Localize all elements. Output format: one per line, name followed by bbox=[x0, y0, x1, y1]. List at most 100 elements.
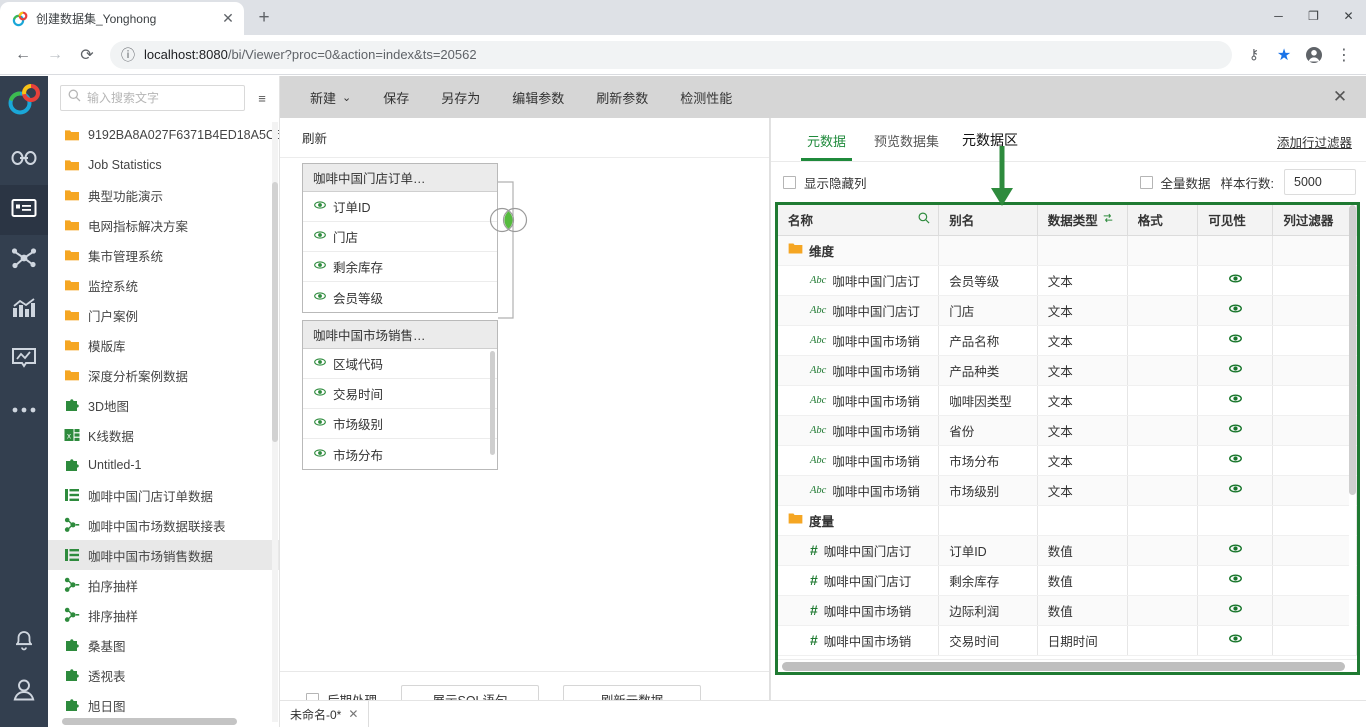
tree-item[interactable]: 旭日图 bbox=[48, 690, 279, 720]
cell-alias[interactable]: 产品种类 bbox=[939, 355, 1038, 385]
visible-eye-icon[interactable] bbox=[314, 447, 326, 462]
cell-visibility[interactable] bbox=[1198, 415, 1273, 445]
canvas-refresh-button[interactable]: 刷新 bbox=[302, 128, 327, 147]
tree-item[interactable]: 电网指标解决方案 bbox=[48, 210, 279, 240]
tree-item[interactable]: 模版库 bbox=[48, 330, 279, 360]
node-field-row[interactable]: 剩余库存 bbox=[303, 252, 497, 282]
sidebar-item-dataset[interactable] bbox=[0, 185, 48, 235]
tree-item[interactable]: Untitled-1 bbox=[48, 450, 279, 480]
tree-item[interactable]: 咖啡中国市场销售数据 bbox=[48, 540, 279, 570]
cell-visibility[interactable] bbox=[1198, 595, 1273, 625]
cell-column-filter[interactable] bbox=[1273, 235, 1357, 265]
cell-alias[interactable]: 剩余库存 bbox=[939, 565, 1038, 595]
visible-eye-icon[interactable] bbox=[314, 386, 326, 401]
cell-format[interactable] bbox=[1127, 475, 1198, 505]
cell-visibility[interactable] bbox=[1198, 565, 1273, 595]
sidebar-item-mining[interactable] bbox=[0, 235, 48, 285]
full-data-checkbox[interactable]: 全量数据 bbox=[1140, 173, 1211, 192]
visible-eye-icon[interactable] bbox=[314, 356, 326, 371]
source-node[interactable]: 咖啡中国门店订单… 订单ID门店剩余库存会员等级 bbox=[302, 163, 498, 313]
source-node[interactable]: 咖啡中国市场销售… 区域代码交易时间市场级别市场分布 bbox=[302, 320, 498, 470]
cell-column-filter[interactable] bbox=[1273, 295, 1357, 325]
tree-item[interactable]: 监控系统 bbox=[48, 270, 279, 300]
close-icon[interactable]: ✕ bbox=[348, 707, 358, 721]
node-field-row[interactable]: 会员等级 bbox=[303, 282, 497, 312]
cell-format[interactable] bbox=[1127, 325, 1198, 355]
node-field-row[interactable]: 订单ID bbox=[303, 192, 497, 222]
table-row[interactable]: Abc咖啡中国市场销市场级别文本 bbox=[778, 475, 1357, 505]
tree-item[interactable]: xK线数据 bbox=[48, 420, 279, 450]
tree-horizontal-scrollbar[interactable] bbox=[62, 718, 272, 725]
cell-datatype[interactable]: 文本 bbox=[1037, 385, 1127, 415]
cell-visibility[interactable] bbox=[1198, 295, 1273, 325]
visible-eye-icon[interactable] bbox=[314, 229, 326, 244]
cell-alias[interactable]: 产品名称 bbox=[939, 325, 1038, 355]
cell-column-filter[interactable] bbox=[1273, 535, 1357, 565]
tree-item[interactable]: 咖啡中国市场数据联接表 bbox=[48, 510, 279, 540]
site-info-icon[interactable]: ⓘ bbox=[120, 41, 136, 69]
tree-item[interactable]: 3D地图 bbox=[48, 390, 279, 420]
table-row[interactable]: Abc咖啡中国市场销省份文本 bbox=[778, 415, 1357, 445]
sample-rows-input[interactable]: 5000 bbox=[1284, 169, 1356, 195]
sidebar-item-dashboard[interactable] bbox=[0, 335, 48, 385]
table-row[interactable]: 度量 bbox=[778, 505, 1357, 535]
address-bar[interactable]: ⓘ localhost:8080/bi/Viewer?proc=0&action… bbox=[110, 41, 1232, 69]
tree-menu-icon[interactable]: ≡ bbox=[253, 91, 271, 106]
join-canvas[interactable]: 咖啡中国门店订单… 订单ID门店剩余库存会员等级 咖啡中国市场销售… 区域代码交… bbox=[280, 158, 769, 671]
tree-vertical-scrollbar[interactable] bbox=[272, 122, 278, 722]
cell-alias[interactable]: 省份 bbox=[939, 415, 1038, 445]
table-row[interactable]: #咖啡中国市场销边际利润数值 bbox=[778, 595, 1357, 625]
cell-visibility[interactable] bbox=[1198, 235, 1273, 265]
cell-format[interactable] bbox=[1127, 535, 1198, 565]
add-row-filter-link[interactable]: 添加行过滤器 bbox=[1277, 132, 1352, 151]
tree-item[interactable]: 集市管理系统 bbox=[48, 240, 279, 270]
cell-format[interactable] bbox=[1127, 235, 1198, 265]
close-icon[interactable]: ✕ bbox=[220, 11, 236, 27]
tree-item[interactable]: Job Statistics bbox=[48, 150, 279, 180]
table-row[interactable]: Abc咖啡中国市场销产品名称文本 bbox=[778, 325, 1357, 355]
cell-visibility[interactable] bbox=[1198, 445, 1273, 475]
profile-avatar-icon[interactable] bbox=[1300, 41, 1328, 69]
node-field-row[interactable]: 交易时间 bbox=[303, 379, 497, 409]
table-row[interactable]: Abc咖啡中国门店订会员等级文本 bbox=[778, 265, 1357, 295]
table-row[interactable]: Abc咖啡中国市场销市场分布文本 bbox=[778, 445, 1357, 475]
cell-visibility[interactable] bbox=[1198, 535, 1273, 565]
tree-item[interactable]: 9192BA8A027F6371B4ED18A5C6 bbox=[48, 120, 279, 150]
cell-datatype[interactable]: 数值 bbox=[1037, 595, 1127, 625]
column-header[interactable]: 名称 bbox=[778, 205, 939, 235]
cell-alias[interactable]: 交易时间 bbox=[939, 625, 1038, 655]
cell-format[interactable] bbox=[1127, 385, 1198, 415]
node-scrollbar[interactable] bbox=[490, 351, 495, 455]
cell-alias[interactable]: 门店 bbox=[939, 295, 1038, 325]
cell-datatype[interactable]: 文本 bbox=[1037, 445, 1127, 475]
cell-column-filter[interactable] bbox=[1273, 475, 1357, 505]
cell-datatype[interactable]: 数值 bbox=[1037, 565, 1127, 595]
cell-datatype[interactable] bbox=[1037, 505, 1127, 535]
cell-format[interactable] bbox=[1127, 505, 1198, 535]
cell-column-filter[interactable] bbox=[1273, 595, 1357, 625]
sidebar-item-analysis[interactable] bbox=[0, 285, 48, 335]
metadata-tab[interactable]: 元数据 bbox=[793, 131, 860, 161]
browser-tab[interactable]: 创建数据集_Yonghong ✕ bbox=[0, 2, 244, 35]
cell-format[interactable] bbox=[1127, 295, 1198, 325]
cell-format[interactable] bbox=[1127, 565, 1198, 595]
cell-visibility[interactable] bbox=[1198, 385, 1273, 415]
tree-item[interactable]: 咖啡中国门店订单数据 bbox=[48, 480, 279, 510]
table-row[interactable]: #咖啡中国市场销交易时间日期时间 bbox=[778, 625, 1357, 655]
cell-alias[interactable]: 会员等级 bbox=[939, 265, 1038, 295]
cell-column-filter[interactable] bbox=[1273, 415, 1357, 445]
table-row[interactable]: #咖啡中国门店订剩余库存数值 bbox=[778, 565, 1357, 595]
join-type-icon[interactable] bbox=[486, 206, 532, 239]
grid-horizontal-scrollbar[interactable] bbox=[778, 659, 1357, 672]
column-header[interactable]: 别名 bbox=[939, 205, 1038, 235]
sidebar-item-connection[interactable] bbox=[0, 135, 48, 185]
table-row[interactable]: 维度 bbox=[778, 235, 1357, 265]
cell-format[interactable] bbox=[1127, 445, 1198, 475]
visible-eye-icon[interactable] bbox=[314, 259, 326, 274]
cell-visibility[interactable] bbox=[1198, 265, 1273, 295]
cell-alias[interactable]: 市场分布 bbox=[939, 445, 1038, 475]
cell-visibility[interactable] bbox=[1198, 505, 1273, 535]
table-row[interactable]: Abc咖啡中国门店订门店文本 bbox=[778, 295, 1357, 325]
cell-column-filter[interactable] bbox=[1273, 445, 1357, 475]
cell-format[interactable] bbox=[1127, 355, 1198, 385]
